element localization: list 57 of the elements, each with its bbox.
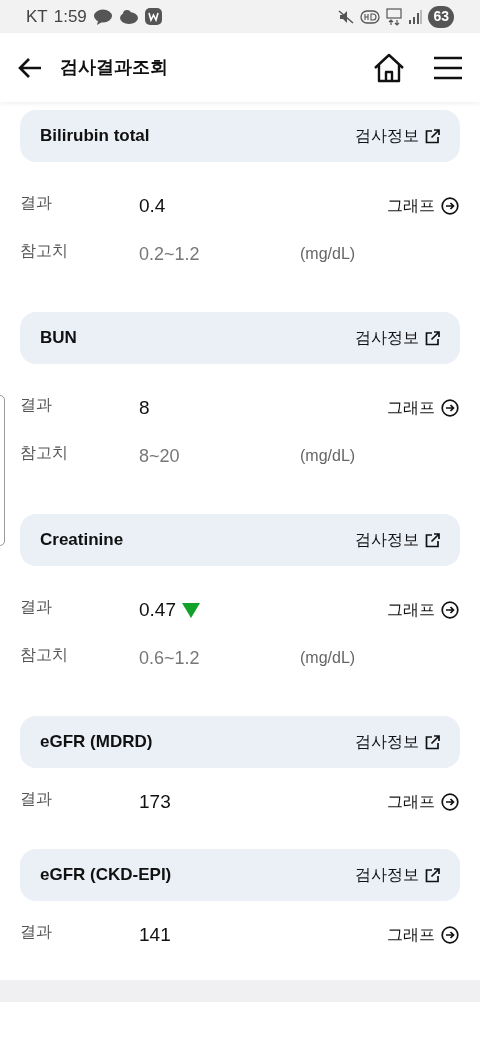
page-title: 검사결과조회 [60, 56, 168, 79]
carrier-text: KT [26, 5, 48, 28]
app-badge-icon [144, 8, 162, 25]
result-label: 결과 [20, 922, 53, 942]
reference-range: 0.2~1.2 [139, 242, 201, 266]
info-link[interactable]: 검사정보 [355, 528, 440, 552]
graph-link[interactable]: 그래프 [387, 194, 459, 218]
result-label: 결과 [20, 597, 53, 617]
test-name: eGFR (CKD-EPI) [40, 864, 172, 887]
graph-link[interactable]: 그래프 [387, 396, 459, 420]
arrow-circle-icon [441, 197, 459, 215]
info-link[interactable]: 검사정보 [355, 863, 440, 887]
test-name: eGFR (MDRD) [40, 731, 153, 754]
arrow-circle-icon [441, 601, 459, 619]
info-link[interactable]: 검사정보 [355, 124, 440, 148]
result-value: 0.4 [139, 193, 166, 218]
unit-text: (mg/dL) [300, 244, 356, 264]
result-value: 141 [139, 922, 171, 947]
reference-range: 8~20 [139, 444, 181, 468]
external-link-icon [425, 128, 440, 144]
external-link-icon [425, 532, 440, 548]
arrow-circle-icon [441, 793, 459, 811]
chat-bubble-icon [92, 8, 113, 25]
battery-indicator: 63 [428, 5, 454, 28]
clock-text: 1:59 [53, 5, 87, 28]
result-label: 결과 [20, 395, 53, 415]
graph-link[interactable]: 그래프 [387, 598, 459, 622]
test-name: BUN [40, 327, 77, 350]
graph-link[interactable]: 그래프 [387, 790, 459, 814]
reference-label: 참고치 [20, 645, 69, 665]
info-link[interactable]: 검사정보 [355, 730, 440, 754]
reference-range: 0.6~1.2 [139, 646, 201, 670]
mute-icon [338, 9, 355, 24]
test-name: Creatinine [40, 529, 124, 552]
home-icon[interactable] [373, 52, 405, 83]
arrow-circle-icon [441, 926, 459, 944]
back-arrow-icon[interactable] [18, 56, 42, 79]
hd-icon [360, 9, 381, 24]
result-label: 결과 [20, 193, 53, 213]
result-value: 0.47 [139, 597, 176, 622]
test-name: Bilirubin total [40, 125, 150, 148]
reference-label: 참고치 [20, 443, 69, 463]
cloud-icon [118, 8, 139, 25]
unit-text: (mg/dL) [300, 648, 356, 668]
result-label: 결과 [20, 789, 53, 809]
info-link[interactable]: 검사정보 [355, 326, 440, 350]
result-value: 8 [139, 395, 150, 420]
external-link-icon [425, 734, 440, 750]
graph-link[interactable]: 그래프 [387, 923, 459, 947]
unit-text: (mg/dL) [300, 446, 356, 466]
signal-icon [408, 9, 423, 24]
result-value: 173 [139, 789, 171, 814]
menu-icon[interactable] [434, 55, 462, 80]
external-link-icon [425, 330, 440, 346]
external-link-icon [425, 867, 440, 883]
arrow-circle-icon [441, 399, 459, 417]
reference-label: 참고치 [20, 241, 69, 261]
